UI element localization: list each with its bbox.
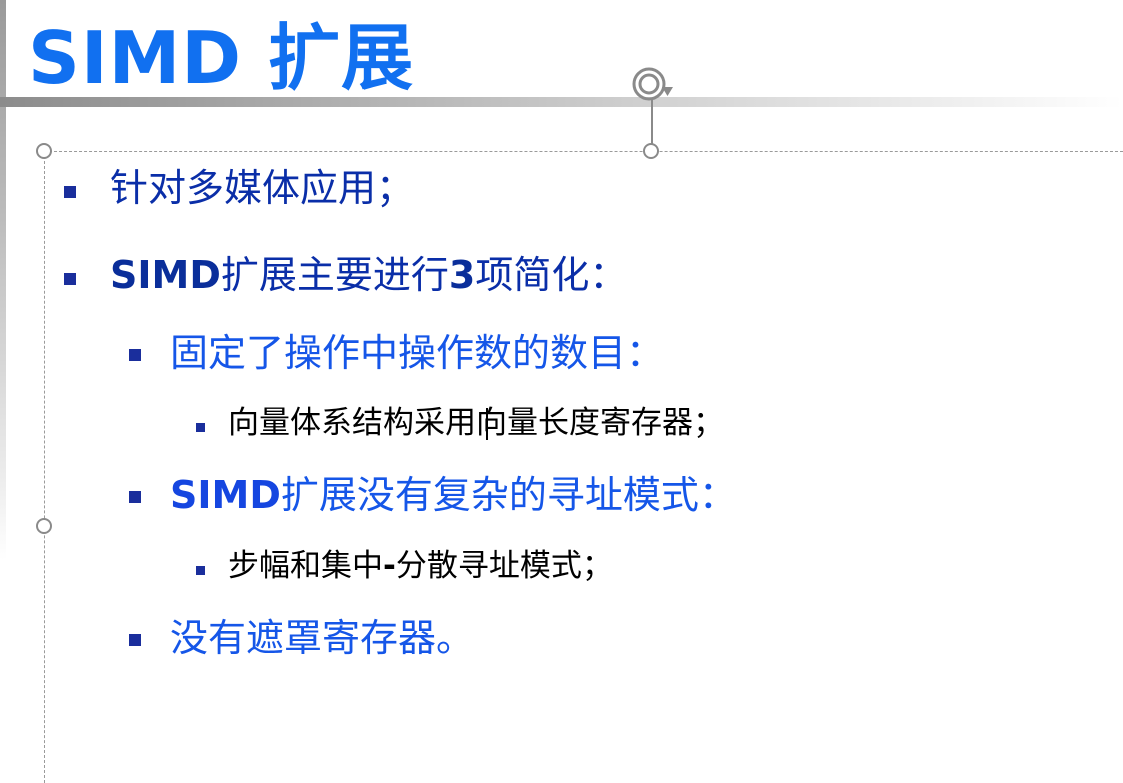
slide-title[interactable]: SIMD 扩展 (28, 14, 414, 102)
bullet-text: 扩展没有复杂的寻址模式： (280, 473, 737, 517)
slide-left-accent-bar (0, 0, 6, 560)
bullet-text-bold: SIMD (110, 253, 221, 297)
bullet-square (64, 273, 76, 285)
bullet-item-vector-length-register: 向量体系结构采用向量长度寄存器； (228, 403, 724, 443)
bullet-item-addressing-modes: SIMD扩展没有复杂的寻址模式： (170, 471, 737, 519)
bullet-text: 步幅和集中 (228, 548, 383, 584)
bullet-text: 向量体系结构采用向量长度寄存器； (228, 405, 724, 441)
textbox-selection-border-left (44, 151, 45, 783)
bullet-square (196, 423, 205, 432)
bullet-item-multimedia: 针对多媒体应用； (110, 164, 414, 212)
resize-handle-top-middle[interactable] (643, 143, 659, 159)
bullet-item-simd-simplifications: SIMD扩展主要进行3项简化： (110, 251, 627, 299)
bullet-text-bold: - (383, 548, 396, 584)
textbox-selection-border-top (44, 151, 1123, 152)
bullet-square (129, 349, 141, 361)
bullet-square (196, 566, 205, 575)
bullet-text: 项简化： (475, 253, 628, 297)
bullet-text: 没有遮罩寄存器。 (170, 616, 475, 660)
bullet-text: 固定了操作中操作数的数目： (170, 331, 665, 375)
resize-handle-top-left[interactable] (36, 143, 52, 159)
bullet-square (129, 491, 141, 503)
bullet-text-bold: 3 (448, 253, 476, 297)
bullet-square (129, 634, 141, 646)
title-divider (0, 97, 1123, 107)
bullet-square (64, 186, 76, 198)
resize-handle-middle-left[interactable] (36, 518, 52, 534)
bullet-item-mask-registers: 没有遮罩寄存器。 (170, 614, 474, 662)
rotate-icon[interactable] (629, 63, 675, 105)
bullet-item-fixed-operands: 固定了操作中操作数的数目： (170, 329, 664, 377)
bullet-text: 针对多媒体应用； (110, 166, 415, 210)
bullet-text-bold: SIMD (170, 473, 281, 517)
bullet-text: 扩展主要进行 (220, 253, 449, 297)
bullet-text: 分散寻址模式； (395, 548, 613, 584)
bullet-item-stride-gather-scatter: 步幅和集中-分散寻址模式； (228, 546, 613, 586)
text-cursor (486, 408, 488, 440)
rotate-handle-stem (651, 100, 653, 144)
